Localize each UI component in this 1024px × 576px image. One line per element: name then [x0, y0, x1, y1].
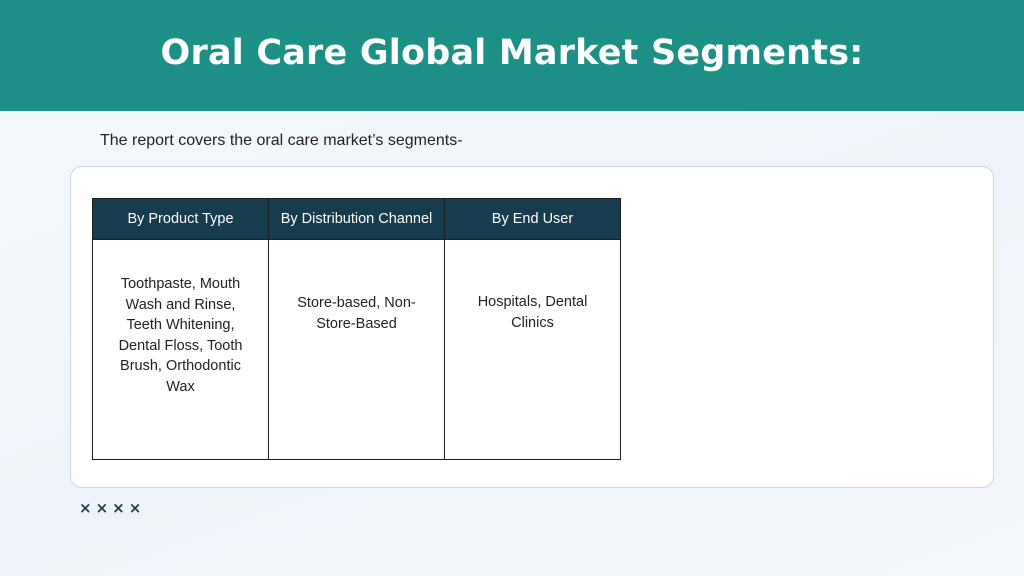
header-product-type: By Product Type	[92, 198, 269, 240]
header-distribution-channel: By Distribution Channel	[268, 198, 445, 240]
table-row: Toothpaste, Mouth Wash and Rinse, Teeth …	[92, 239, 621, 460]
cell-distribution-channel-text: Store-based, Non-Store-Based	[297, 295, 416, 332]
cross-mark-icon: ×	[95, 499, 109, 517]
cross-mark-icon: ×	[112, 499, 125, 517]
cell-product-type: Toothpaste, Mouth Wash and Rinse, Teeth …	[92, 239, 269, 460]
cross-mark-icon: ×	[79, 499, 92, 517]
cross-mark-icon: ×	[128, 499, 142, 517]
cross-marks-icon: × × × ×	[79, 499, 141, 517]
title-banner: Oral Care Global Market Segments:	[0, 0, 1024, 111]
segments-table: By Product Type By Distribution Channel …	[92, 198, 621, 460]
cell-product-type-text: Toothpaste, Mouth Wash and Rinse, Teeth …	[118, 276, 243, 395]
cell-end-user-text: Hospitals, Dental Clinics	[477, 294, 588, 331]
intro-text: The report covers the oral care market’s…	[100, 132, 463, 149]
header-end-user: By End User	[444, 198, 621, 240]
slide-title: Oral Care Global Market Segments:	[160, 32, 864, 73]
cell-distribution-channel: Store-based, Non-Store-Based	[268, 239, 445, 460]
cell-end-user: Hospitals, Dental Clinics	[444, 239, 621, 460]
table-header-row: By Product Type By Distribution Channel …	[92, 198, 621, 240]
